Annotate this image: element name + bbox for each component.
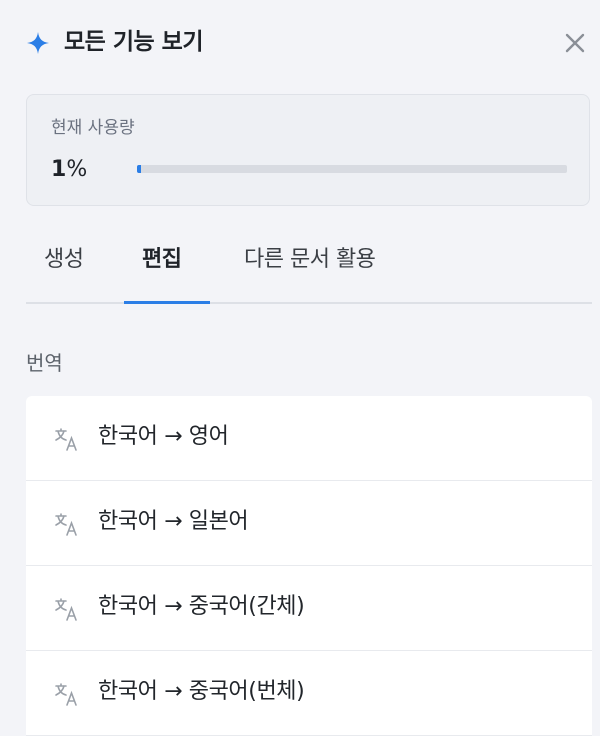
list-item-label: 한국어 → 중국어(간체) bbox=[98, 594, 305, 619]
translate-icon bbox=[55, 513, 77, 536]
usage-label: 현재 사용량 bbox=[51, 118, 135, 138]
usage-value: 1% bbox=[51, 155, 87, 185]
usage-progress-bar bbox=[137, 165, 567, 173]
translate-icon bbox=[55, 428, 77, 451]
translate-icon bbox=[55, 683, 77, 706]
translate-icon bbox=[55, 598, 77, 621]
section-title-translation: 번역 bbox=[26, 351, 63, 375]
close-icon[interactable] bbox=[562, 30, 588, 56]
list-item-label: 한국어 → 일본어 bbox=[98, 509, 249, 534]
tab-other-document[interactable]: 다른 문서 활용 bbox=[244, 244, 376, 276]
tab-bar: 생성 편집 다른 문서 활용 bbox=[26, 232, 592, 304]
list-item-label: 한국어 → 중국어(번체) bbox=[98, 679, 305, 704]
list-item-ko-ja[interactable]: 한국어 → 일본어 bbox=[26, 481, 592, 566]
panel-title: 모든 기능 보기 bbox=[64, 29, 203, 55]
usage-unit: % bbox=[66, 157, 88, 182]
sparkle-icon bbox=[27, 32, 49, 54]
active-tab-indicator bbox=[124, 301, 210, 304]
list-item-ko-zh-traditional[interactable]: 한국어 → 중국어(번체) bbox=[26, 651, 592, 736]
tab-create[interactable]: 생성 bbox=[44, 244, 84, 276]
usage-number: 1 bbox=[51, 157, 67, 182]
panel-header: 모든 기능 보기 bbox=[0, 0, 600, 84]
usage-card: 현재 사용량 1% bbox=[26, 94, 590, 206]
usage-progress-fill bbox=[137, 165, 142, 173]
list-item-label: 한국어 → 영어 bbox=[98, 424, 229, 449]
tab-edit[interactable]: 편집 bbox=[142, 244, 182, 276]
translation-list: 한국어 → 영어 한국어 → 일본어 한국어 → 중국어(간체) 한국어 → 중… bbox=[26, 396, 592, 736]
list-item-ko-en[interactable]: 한국어 → 영어 bbox=[26, 396, 592, 481]
list-item-ko-zh-simplified[interactable]: 한국어 → 중국어(간체) bbox=[26, 566, 592, 651]
